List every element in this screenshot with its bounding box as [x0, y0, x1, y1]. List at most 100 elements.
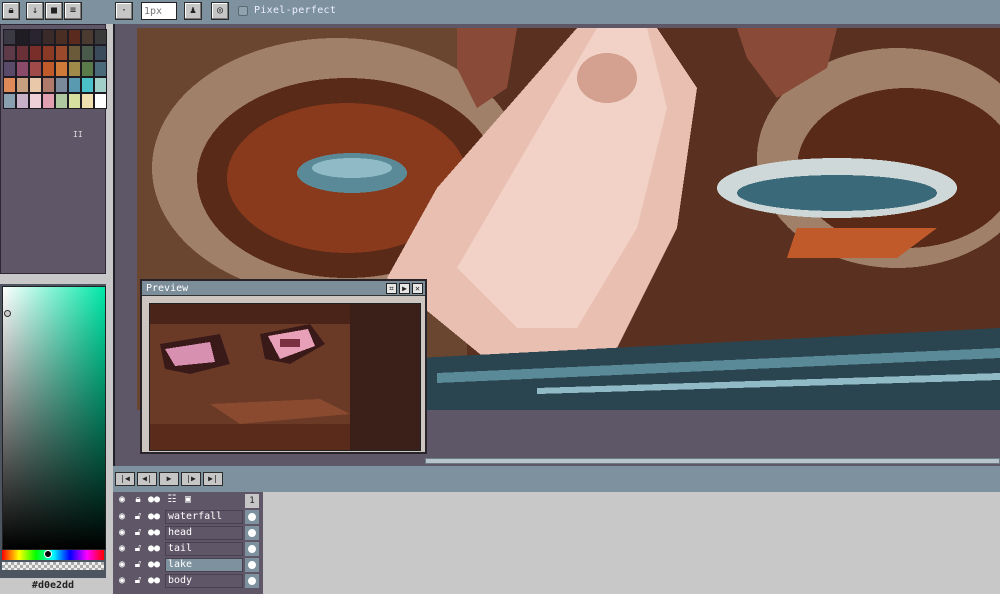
layer-row[interactable]: ◉ 🔓︎ ●● lake: [113, 557, 263, 573]
palette-swatch[interactable]: [16, 45, 29, 61]
dot-icon[interactable]: ·: [115, 2, 133, 20]
layer-lock-icon[interactable]: 🔓︎: [131, 542, 145, 556]
layer-lock-icon[interactable]: 🔓︎: [131, 526, 145, 540]
cel-frame-1[interactable]: [245, 526, 259, 540]
canvas-scrollbar[interactable]: [425, 458, 1000, 464]
palette-swatch[interactable]: [29, 77, 42, 93]
frame-number[interactable]: 1: [245, 494, 259, 508]
palette-swatch[interactable]: [29, 45, 42, 61]
palette-swatch[interactable]: [3, 93, 16, 109]
prev-frame-icon[interactable]: ◀|: [137, 472, 157, 486]
palette-swatch[interactable]: [16, 61, 29, 77]
palette-swatch[interactable]: [68, 45, 81, 61]
palette-swatch[interactable]: [29, 61, 42, 77]
hue-handle[interactable]: [44, 550, 52, 558]
cel-frame-1[interactable]: [245, 510, 259, 524]
hex-color-field[interactable]: #d0e2dd: [0, 578, 106, 594]
palette-swatch[interactable]: [42, 93, 55, 109]
palette-swatch[interactable]: [81, 29, 94, 45]
lock-icon[interactable]: 🔒︎: [2, 2, 20, 20]
first-frame-icon[interactable]: |◀: [115, 472, 135, 486]
palette-swatch[interactable]: [3, 45, 16, 61]
palette-swatch[interactable]: [94, 45, 107, 61]
layer-lock-icon[interactable]: 🔓︎: [131, 558, 145, 572]
palette-swatch[interactable]: [55, 29, 68, 45]
palette-swatch[interactable]: [68, 77, 81, 93]
palette-swatch[interactable]: [3, 29, 16, 45]
palette-swatch[interactable]: [55, 61, 68, 77]
cel-frame-1[interactable]: [245, 574, 259, 588]
layer-row[interactable]: ◉ 🔓︎ ●● tail: [113, 541, 263, 557]
ink-icon[interactable]: ♟: [184, 2, 202, 20]
layer-name[interactable]: body: [165, 574, 243, 588]
palette-swatch[interactable]: [3, 77, 16, 93]
visibility-eye-icon[interactable]: ◉: [115, 526, 129, 540]
alpha-slider[interactable]: [2, 562, 104, 570]
brush-size-input[interactable]: [141, 2, 177, 20]
close-icon[interactable]: ✕: [412, 283, 423, 294]
palette-swatch[interactable]: [42, 45, 55, 61]
continuous-icon[interactable]: ●●: [147, 558, 161, 572]
layer-row[interactable]: ◉ 🔓︎ ●● waterfall: [113, 509, 263, 525]
continuous-icon[interactable]: ●●: [147, 526, 161, 540]
palette-swatch[interactable]: [16, 29, 29, 45]
eye-icon[interactable]: ◉: [115, 493, 129, 507]
group-icon[interactable]: ▣: [181, 493, 195, 507]
pixel-perfect-checkbox[interactable]: [238, 6, 248, 16]
last-frame-icon[interactable]: ▶|: [203, 472, 223, 486]
visibility-eye-icon[interactable]: ◉: [115, 574, 129, 588]
cel-frame-1[interactable]: [245, 558, 259, 572]
sv-handle[interactable]: [4, 310, 11, 317]
play-preview-icon[interactable]: ▶: [399, 283, 410, 294]
palette-swatch[interactable]: [81, 45, 94, 61]
palette-swatch[interactable]: [68, 61, 81, 77]
save-icon[interactable]: ■: [45, 2, 63, 20]
continuous-icon[interactable]: ●●: [147, 510, 161, 524]
download-icon[interactable]: ↓: [26, 2, 44, 20]
layer-lock-icon[interactable]: 🔓︎: [131, 510, 145, 524]
fullscreen-icon[interactable]: ⌗: [386, 283, 397, 294]
palette-swatch[interactable]: [16, 93, 29, 109]
palette-swatch[interactable]: [55, 77, 68, 93]
play-icon[interactable]: ▶: [159, 472, 179, 486]
palette-swatch[interactable]: [55, 45, 68, 61]
palette-swatch[interactable]: [42, 29, 55, 45]
menu-icon[interactable]: ≡: [64, 2, 82, 20]
palette-swatch[interactable]: [81, 77, 94, 93]
palette-swatch[interactable]: [3, 61, 16, 77]
palette-swatch[interactable]: [68, 29, 81, 45]
layer-lock-icon[interactable]: 🔓︎: [131, 574, 145, 588]
palette-swatch[interactable]: [42, 61, 55, 77]
palette-swatch[interactable]: [68, 93, 81, 109]
next-frame-icon[interactable]: |▶: [181, 472, 201, 486]
palette-swatch[interactable]: [94, 29, 107, 45]
symmetry-icon[interactable]: ◎: [211, 2, 229, 20]
layer-row[interactable]: ◉ 🔓︎ ●● body: [113, 573, 263, 589]
link-icon[interactable]: ☷: [165, 493, 179, 507]
visibility-eye-icon[interactable]: ◉: [115, 558, 129, 572]
palette-swatch[interactable]: [29, 93, 42, 109]
cel-frame-1[interactable]: [245, 542, 259, 556]
layer-name[interactable]: waterfall: [165, 510, 243, 524]
palette-swatch[interactable]: [81, 61, 94, 77]
continuous-icon[interactable]: ●●: [147, 493, 161, 507]
palette-swatch[interactable]: [94, 93, 107, 109]
continuous-icon[interactable]: ●●: [147, 542, 161, 556]
layer-name[interactable]: head: [165, 526, 243, 540]
layer-name[interactable]: tail: [165, 542, 243, 556]
palette-swatch[interactable]: [81, 93, 94, 109]
hue-slider[interactable]: [2, 550, 104, 560]
palette-swatch[interactable]: [94, 77, 107, 93]
saturation-value-box[interactable]: [2, 286, 106, 550]
visibility-eye-icon[interactable]: ◉: [115, 510, 129, 524]
layer-row[interactable]: ◉ 🔓︎ ●● head: [113, 525, 263, 541]
palette-swatch[interactable]: [29, 29, 42, 45]
preview-title-bar[interactable]: Preview ⌗ ▶ ✕: [142, 281, 425, 296]
palette-swatch[interactable]: [16, 77, 29, 93]
continuous-icon[interactable]: ●●: [147, 574, 161, 588]
visibility-eye-icon[interactable]: ◉: [115, 542, 129, 556]
palette-swatch[interactable]: [55, 93, 68, 109]
palette-swatch[interactable]: [42, 77, 55, 93]
palette-swatch[interactable]: [94, 61, 107, 77]
layer-name[interactable]: lake: [165, 558, 243, 572]
